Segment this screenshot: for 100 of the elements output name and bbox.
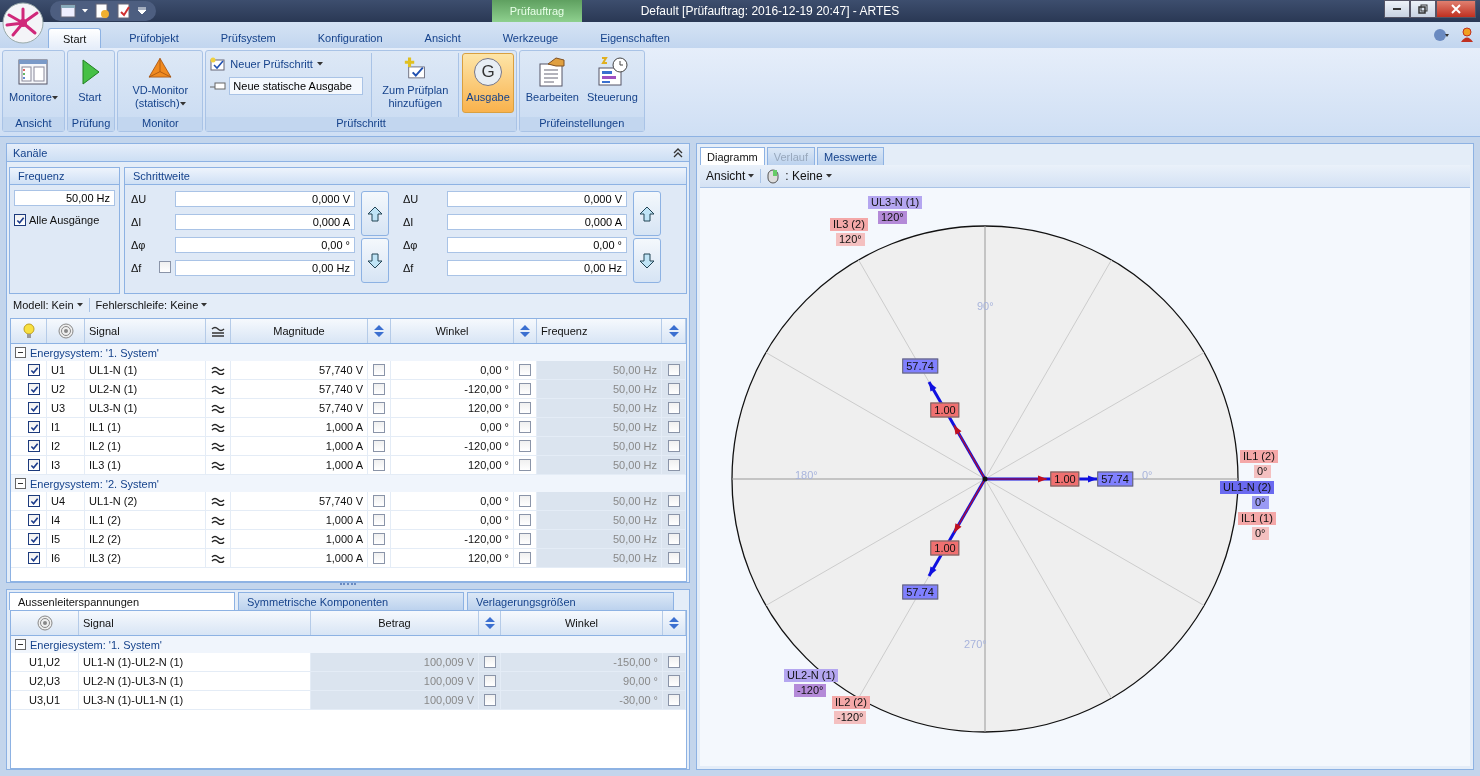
table-cell[interactable]: 120,00 ° xyxy=(391,549,514,567)
tab[interactable]: Symmetrische Komponenten xyxy=(238,592,464,610)
view-dropdown[interactable]: Ansicht xyxy=(706,169,755,183)
step-field[interactable]: 0,000 V xyxy=(447,191,627,207)
frequency-field[interactable]: 50,00 Hz xyxy=(14,190,115,206)
step-field[interactable]: 0,00 Hz xyxy=(447,260,627,276)
table-cell[interactable]: 120,00 ° xyxy=(391,399,514,417)
checkbox[interactable] xyxy=(373,514,385,526)
step-field[interactable]: 0,000 A xyxy=(175,214,355,230)
checkbox[interactable] xyxy=(519,514,531,526)
sort-arrows-icon[interactable] xyxy=(667,324,680,338)
column-header[interactable]: Signal xyxy=(85,319,206,343)
checkbox[interactable] xyxy=(483,675,496,687)
checkbox[interactable] xyxy=(14,214,26,226)
checkbox[interactable] xyxy=(519,364,531,376)
checkbox[interactable] xyxy=(519,440,531,452)
table-cell[interactable]: 57,740 V xyxy=(231,361,368,379)
checkbox[interactable] xyxy=(519,421,531,433)
checkbox[interactable] xyxy=(667,421,680,433)
increase-button[interactable] xyxy=(633,191,661,236)
step-name-field[interactable]: Neue statische Ausgabe xyxy=(229,77,364,95)
checkbox[interactable] xyxy=(519,383,531,395)
checkbox[interactable] xyxy=(519,459,531,471)
checkbox[interactable] xyxy=(667,364,680,376)
table-cell[interactable]: 0,00 ° xyxy=(391,418,514,436)
ribbon-tab[interactable]: Ansicht xyxy=(410,28,475,48)
checkbox[interactable] xyxy=(373,364,385,376)
checkbox[interactable] xyxy=(668,694,680,706)
table-cell[interactable]: 0,00 ° xyxy=(391,511,514,529)
checkbox[interactable] xyxy=(667,440,680,452)
tab[interactable]: Messwerte xyxy=(817,147,885,165)
checkbox[interactable] xyxy=(28,514,40,526)
sort-arrows-icon[interactable] xyxy=(668,616,680,630)
checkbox[interactable] xyxy=(28,552,40,564)
error-loop-dropdown[interactable]: Fehlerschleife: Keine xyxy=(95,299,208,311)
table-cell[interactable]: 57,740 V xyxy=(231,492,368,510)
checkbox[interactable] xyxy=(373,459,385,471)
collapse-icon[interactable] xyxy=(15,639,26,650)
new-step-menu[interactable]: Neuer Prüfschritt xyxy=(210,57,367,71)
ribbon-tab[interactable]: Werkzeuge xyxy=(488,28,573,48)
checkbox[interactable] xyxy=(667,495,680,507)
increase-button[interactable] xyxy=(361,191,389,236)
model-dropdown[interactable]: Modell: Kein xyxy=(13,299,83,311)
checkbox[interactable] xyxy=(28,364,40,376)
ribbon-button[interactable]: Start xyxy=(69,53,110,113)
table-cell[interactable]: 1,000 A xyxy=(231,418,368,436)
checkbox[interactable] xyxy=(28,459,40,471)
checkbox[interactable] xyxy=(28,383,40,395)
ribbon-tab[interactable]: Prüfsystem xyxy=(206,28,290,48)
table-cell[interactable]: -120,00 ° xyxy=(391,380,514,398)
ribbon-button[interactable]: VD-Monitor (statisch) xyxy=(120,53,201,113)
checkbox[interactable] xyxy=(373,440,385,452)
collapse-icon[interactable] xyxy=(15,478,26,489)
tab[interactable]: Aussenleiterspannungen xyxy=(9,592,235,610)
decrease-button[interactable] xyxy=(361,238,389,283)
tab[interactable]: Diagramm xyxy=(700,147,765,165)
checkbox[interactable] xyxy=(667,459,680,471)
sort-arrows-icon[interactable] xyxy=(483,616,496,630)
ribbon-button[interactable]: Zum Prüfplan hinzufügen xyxy=(375,53,456,113)
checkbox[interactable] xyxy=(159,261,171,273)
ribbon-tab[interactable]: Start xyxy=(48,28,102,48)
ribbon-button[interactable]: Monitore xyxy=(5,53,62,113)
checkbox[interactable] xyxy=(667,402,680,414)
window-icon[interactable] xyxy=(60,4,76,18)
checkbox[interactable] xyxy=(668,656,680,668)
table-cell[interactable]: 120,00 ° xyxy=(391,456,514,474)
decrease-button[interactable] xyxy=(633,238,661,283)
checkbox[interactable] xyxy=(519,533,531,545)
customize-caret-icon[interactable] xyxy=(138,7,146,15)
checklist-icon[interactable] xyxy=(116,3,132,19)
checkbox[interactable] xyxy=(483,694,496,706)
checkbox[interactable] xyxy=(373,552,385,564)
table-cell[interactable]: -120,00 ° xyxy=(391,530,514,548)
ribbon-tab[interactable]: Konfiguration xyxy=(303,28,397,48)
restore-button[interactable] xyxy=(1410,0,1436,18)
checkbox[interactable] xyxy=(373,402,385,414)
checkbox[interactable] xyxy=(28,440,40,452)
sort-arrows-icon[interactable] xyxy=(373,324,385,338)
table-cell[interactable]: 1,000 A xyxy=(231,511,368,529)
checkbox[interactable] xyxy=(28,402,40,414)
checkbox[interactable] xyxy=(28,495,40,507)
step-field[interactable]: 0,00 ° xyxy=(447,237,627,253)
checkbox[interactable] xyxy=(519,552,531,564)
tab[interactable]: Verlagerungsgrößen xyxy=(467,592,674,610)
table-cell[interactable]: 1,000 A xyxy=(231,456,368,474)
ribbon-button[interactable]: Bearbeiten xyxy=(521,53,583,113)
checkbox[interactable] xyxy=(667,552,680,564)
checkbox[interactable] xyxy=(373,533,385,545)
checkbox[interactable] xyxy=(373,421,385,433)
ribbon-button[interactable]: G Ausgabe xyxy=(462,53,514,113)
checkbox[interactable] xyxy=(28,421,40,433)
column-header[interactable]: Winkel xyxy=(391,319,514,343)
step-field[interactable]: 0,00 ° xyxy=(175,237,355,253)
step-field[interactable]: 0,00 Hz xyxy=(175,260,355,276)
collapse-panel-icon[interactable] xyxy=(673,147,683,158)
column-header[interactable]: Magnitude xyxy=(231,319,368,343)
table-cell[interactable]: 0,00 ° xyxy=(391,361,514,379)
checkbox[interactable] xyxy=(667,514,680,526)
column-header[interactable]: Frequenz xyxy=(537,319,662,343)
column-header[interactable]: Signal xyxy=(79,611,311,635)
